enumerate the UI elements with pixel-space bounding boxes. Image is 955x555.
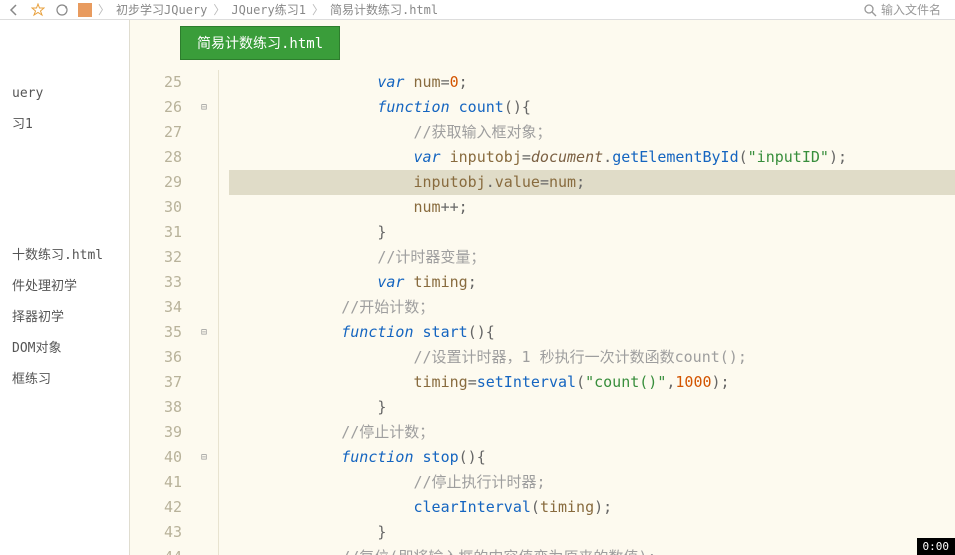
search-placeholder: 输入文件名 <box>881 1 941 18</box>
breadcrumb: 〉 初步学习JQuery 〉 JQuery练习1 〉 简易计数练习.html <box>78 1 438 18</box>
search-icon <box>863 3 877 17</box>
breadcrumb-item[interactable]: JQuery练习1 <box>231 1 306 18</box>
time-badge: 0:00 <box>917 538 955 555</box>
fold-column: ⊟⊟⊟ <box>190 60 218 555</box>
back-icon[interactable] <box>6 2 22 18</box>
sidebar-item[interactable]: 十数练习.html <box>8 238 121 269</box>
line-gutter: 2526272829303132333435363738394041424344 <box>130 60 190 555</box>
editor: 简易计数练习.html 2526272829303132333435363738… <box>130 20 955 555</box>
breadcrumb-sep: 〉 <box>312 1 324 18</box>
breadcrumb-sep: 〉 <box>98 1 110 18</box>
sidebar-item[interactable]: uery <box>8 80 121 107</box>
sidebar-item[interactable]: 择器初学 <box>8 300 121 331</box>
sidebar-item[interactable]: 框练习 <box>8 362 121 393</box>
sidebar-item[interactable]: DOM对象 <box>8 331 121 362</box>
tab-active[interactable]: 简易计数练习.html <box>180 26 340 60</box>
refresh-icon[interactable] <box>54 2 70 18</box>
folder-icon <box>78 3 92 17</box>
sidebar-item[interactable]: 件处理初学 <box>8 269 121 300</box>
sidebar: uery 习1 十数练习.html 件处理初学 择器初学 DOM对象 框练习 <box>0 20 130 555</box>
search-box[interactable]: 输入文件名 <box>855 1 949 18</box>
tab-bar: 简易计数练习.html <box>130 20 955 60</box>
breadcrumb-item[interactable]: 初步学习JQuery <box>116 1 207 18</box>
code-area[interactable]: 2526272829303132333435363738394041424344… <box>130 60 955 555</box>
code-content[interactable]: var num=0; function count(){ //获取输入框对象； … <box>219 60 955 555</box>
breadcrumb-item[interactable]: 简易计数练习.html <box>330 1 438 18</box>
toolbar: 〉 初步学习JQuery 〉 JQuery练习1 〉 简易计数练习.html 输… <box>0 0 955 20</box>
sidebar-item[interactable]: 习1 <box>8 107 121 138</box>
star-icon[interactable] <box>30 2 46 18</box>
breadcrumb-sep: 〉 <box>213 1 225 18</box>
